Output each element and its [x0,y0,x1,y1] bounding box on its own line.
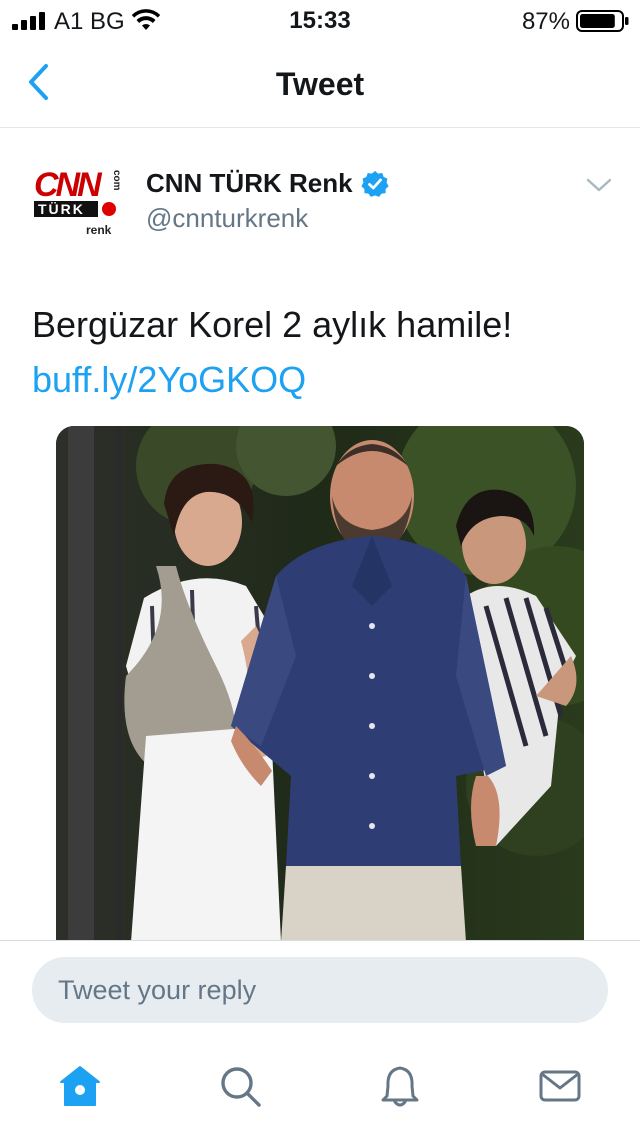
tweet-media-photo[interactable] [56,426,584,942]
tweet-link[interactable]: buff.ly/2YoGKOQ [32,359,306,401]
author-name-line[interactable]: CNN TÜRK Renk [146,168,389,199]
nav-bar: Tweet [0,40,640,128]
tweet-text: Bergüzar Korel 2 aylık hamile! [32,304,513,345]
search-icon[interactable] [218,1064,262,1108]
verified-badge-icon [360,170,389,197]
reply-input[interactable]: Tweet your reply [32,957,608,1023]
svg-text:TÜRK: TÜRK [38,201,85,217]
svg-text:com: com [111,170,122,191]
tab-bar [0,1040,640,1136]
author-handle[interactable]: @cnnturkrenk [146,203,308,234]
status-bar: A1 BG 15:33 87% [0,0,640,40]
notifications-icon[interactable] [378,1064,422,1108]
svg-text:CNN: CNN [34,166,103,204]
battery-icon [576,10,629,32]
chevron-down-icon[interactable] [586,176,612,194]
avatar[interactable]: CNN com TÜRK renk [32,160,124,240]
reply-bar: Tweet your reply [0,940,640,1040]
author-name[interactable]: CNN TÜRK Renk [146,168,353,199]
home-icon[interactable] [58,1064,102,1108]
messages-icon[interactable] [538,1064,582,1108]
battery-percent: 87% [521,8,570,35]
svg-text:renk: renk [86,223,112,237]
page-title: Tweet [275,66,365,102]
